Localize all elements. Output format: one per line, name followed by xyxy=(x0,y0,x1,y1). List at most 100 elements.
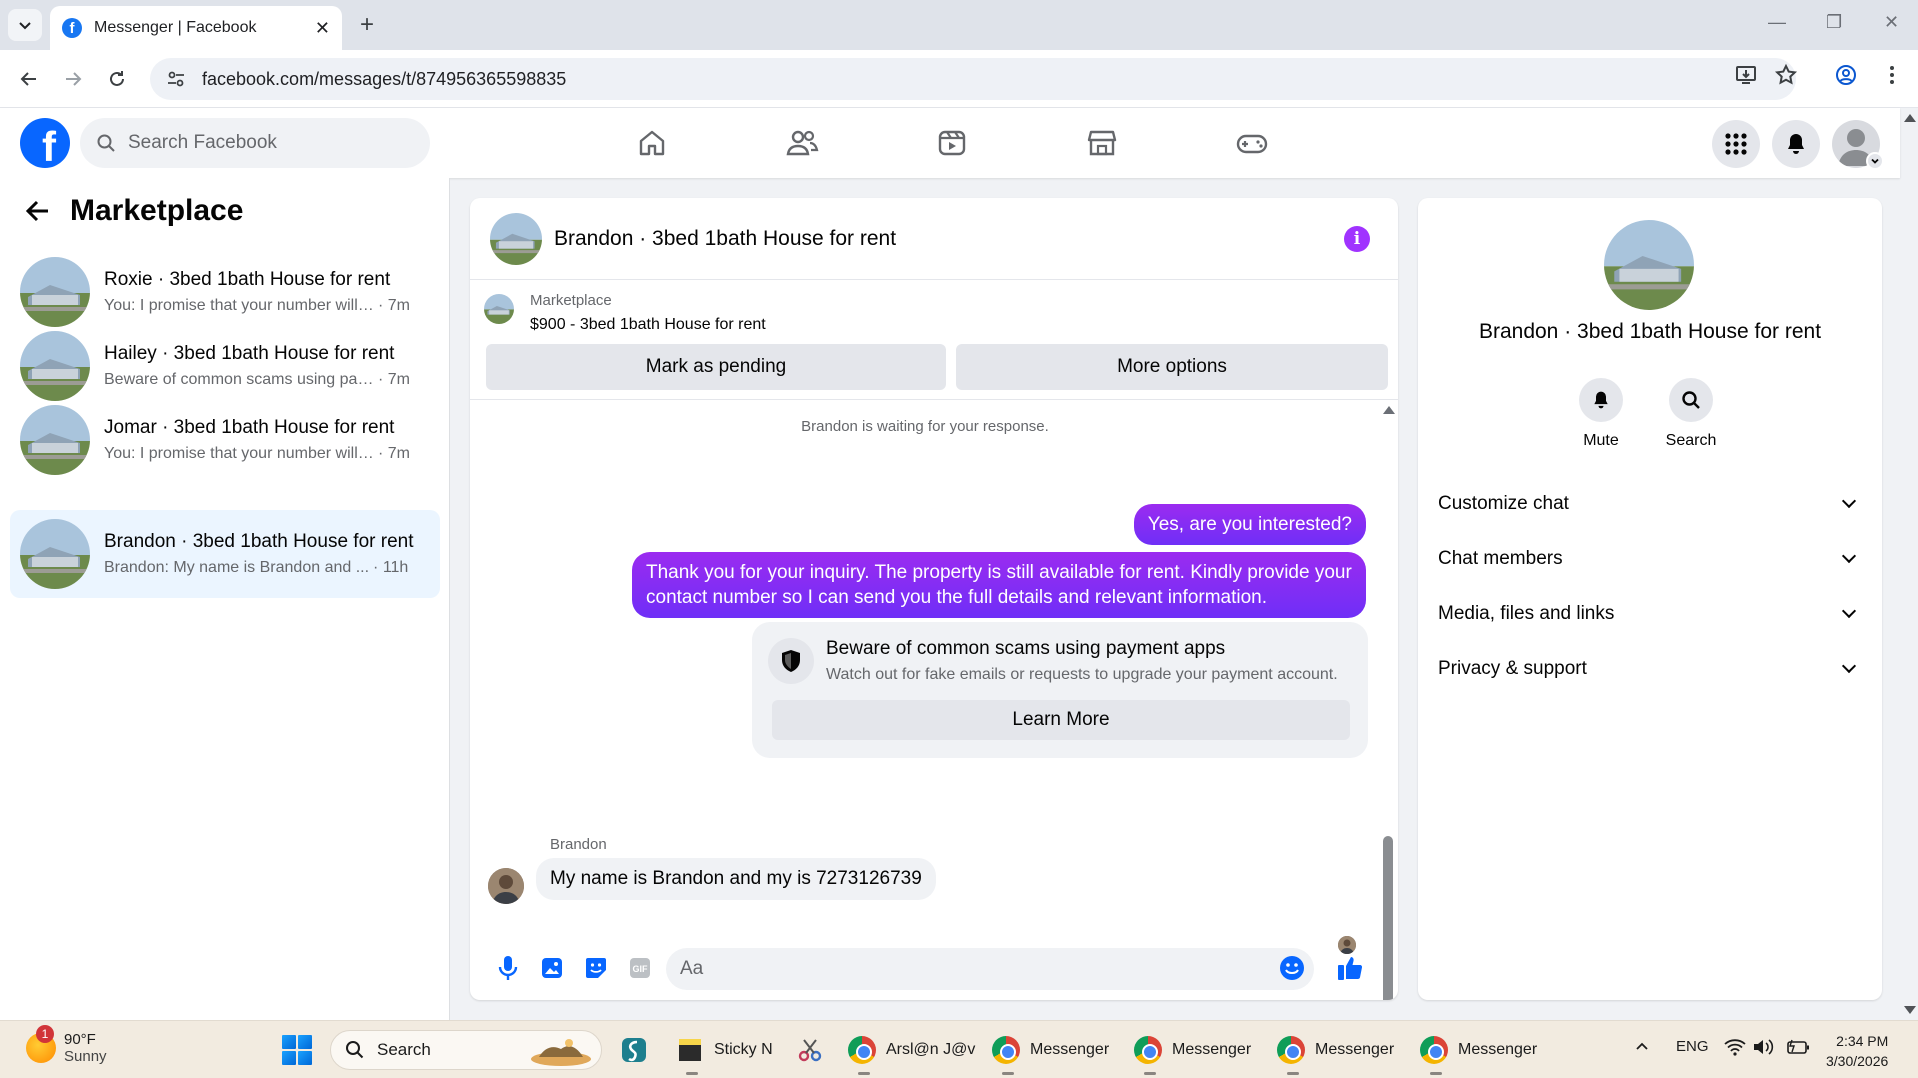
marketplace-listing-banner: Marketplace $900 - 3bed 1bath House for … xyxy=(470,280,1398,400)
new-tab-button[interactable]: + xyxy=(352,10,382,40)
privacy-support-section[interactable]: Privacy & support xyxy=(1438,649,1862,689)
url-text: facebook.com/messages/t/874956365598835 xyxy=(202,68,567,89)
back-arrow-icon[interactable] xyxy=(24,197,52,225)
reload-button[interactable] xyxy=(102,64,132,94)
scroll-up-arrow-icon[interactable] xyxy=(1383,406,1395,414)
chat-info-panel: Brandon · 3bed 1bath House for rent Mute… xyxy=(1418,198,1882,1000)
chat-listing-thumbnail[interactable] xyxy=(490,212,542,265)
conversation-preview: Beware of common scams using pay... xyxy=(104,371,374,388)
browser-tab-messenger[interactable]: f Messenger | Facebook ✕ xyxy=(50,6,342,50)
marketplace-header: Marketplace xyxy=(24,194,243,228)
microphone-icon[interactable] xyxy=(494,954,522,982)
windows-start-icon[interactable] xyxy=(282,1035,312,1065)
conversation-preview: Brandon: My name is Brandon and ... xyxy=(104,559,370,576)
gaming-icon xyxy=(1236,134,1268,154)
taskbar-app-sticky-notes[interactable]: Sticky N xyxy=(676,1031,773,1075)
outgoing-message[interactable]: Thank you for your inquiry. The property… xyxy=(632,552,1366,618)
language-indicator[interactable]: ENG xyxy=(1676,1038,1709,1055)
info-icon[interactable]: i xyxy=(1344,226,1370,252)
facebook-logo[interactable]: f xyxy=(20,118,70,168)
emoji-icon[interactable] xyxy=(1278,954,1306,982)
info-listing-thumbnail[interactable] xyxy=(1604,220,1694,310)
minimize-window-button[interactable]: — xyxy=(1768,12,1786,33)
taskbar-app-messenger-2[interactable]: Messenger xyxy=(1134,1031,1251,1075)
outgoing-message[interactable]: Yes, are you interested? xyxy=(1133,504,1366,545)
arrow-right-icon xyxy=(66,72,82,86)
taskbar-app-messenger-4[interactable]: Messenger xyxy=(1420,1031,1537,1075)
wifi-icon[interactable] xyxy=(1724,1038,1746,1056)
sticker-icon[interactable] xyxy=(582,954,610,982)
video-nav-button[interactable] xyxy=(932,123,972,163)
close-window-button[interactable]: ✕ xyxy=(1884,12,1899,33)
chat-members-section[interactable]: Chat members xyxy=(1438,539,1862,579)
page-scroll-down-icon[interactable] xyxy=(1904,1006,1916,1014)
more-options-button[interactable]: More options xyxy=(956,344,1388,390)
browser-menu-icon[interactable] xyxy=(1880,63,1904,87)
search-highlight-image-icon xyxy=(531,1039,591,1066)
arrow-left-icon xyxy=(20,72,36,86)
bell-icon xyxy=(1594,391,1608,409)
facebook-favicon-icon: f xyxy=(62,18,82,38)
back-button[interactable] xyxy=(14,64,44,94)
restore-window-button[interactable]: ❐ xyxy=(1826,12,1842,33)
taskbar-app-chrome-profile-1[interactable]: Arsl@n J@v xyxy=(848,1031,975,1075)
photo-icon[interactable] xyxy=(538,954,566,982)
taskbar-app-scribe-icon[interactable] xyxy=(620,1031,648,1069)
scam-warning-subtext: Watch out for fake emails or requests to… xyxy=(826,666,1338,683)
show-hidden-icons-chevron-up-icon[interactable] xyxy=(1634,1038,1650,1054)
notifications-button[interactable] xyxy=(1772,120,1820,168)
message-input[interactable]: Aa xyxy=(666,948,1314,990)
media-files-links-section[interactable]: Media, files and links xyxy=(1438,594,1862,634)
close-tab-icon[interactable]: ✕ xyxy=(315,18,330,39)
mark-as-pending-button[interactable]: Mark as pending xyxy=(486,344,946,390)
menu-button[interactable] xyxy=(1712,120,1760,168)
page-scroll-up-icon[interactable] xyxy=(1904,114,1916,122)
install-app-icon[interactable] xyxy=(1734,63,1758,87)
message-composer: GIF Aa xyxy=(470,936,1398,1000)
weather-widget[interactable]: 1 90°F Sunny xyxy=(26,1025,107,1065)
facebook-search-input[interactable]: Search Facebook xyxy=(80,118,430,168)
bookmark-star-icon[interactable] xyxy=(1774,63,1798,87)
gif-icon[interactable]: GIF xyxy=(626,954,654,982)
learn-more-button[interactable]: Learn More xyxy=(772,700,1350,740)
customize-chat-section[interactable]: Customize chat xyxy=(1438,484,1862,524)
browser-tab-bar: f Messenger | Facebook ✕ + — ❐ ✕ xyxy=(0,0,1918,50)
chrome-icon xyxy=(1420,1036,1448,1064)
volume-icon[interactable] xyxy=(1752,1038,1774,1056)
browser-toolbar: facebook.com/messages/t/874956365598835 xyxy=(0,50,1918,108)
conversation-item-active[interactable]: Brandon · 3bed 1bath House for rent Bran… xyxy=(10,510,440,598)
taskbar-clock[interactable]: 2:34 PM 3/30/2026 xyxy=(1826,1031,1888,1071)
scam-warning-card: Beware of common scams using payment app… xyxy=(752,622,1368,758)
account-chevron-icon[interactable] xyxy=(1866,152,1884,170)
battery-icon[interactable] xyxy=(1786,1038,1810,1056)
listing-small-thumbnail[interactable] xyxy=(484,294,514,324)
taskbar-app-messenger-1[interactable]: Messenger xyxy=(992,1031,1109,1075)
listing-price[interactable]: $900 - 3bed 1bath House for rent xyxy=(530,316,766,334)
sender-avatar[interactable] xyxy=(488,868,524,904)
marketplace-icon xyxy=(1087,130,1117,156)
profile-icon[interactable] xyxy=(1834,63,1858,87)
address-bar[interactable]: facebook.com/messages/t/874956365598835 xyxy=(150,58,1796,100)
chat-scrollbar[interactable] xyxy=(1380,400,1395,1000)
tab-search-dropdown[interactable] xyxy=(8,9,42,41)
gaming-nav-button[interactable] xyxy=(1232,123,1272,163)
taskbar-app-snipping-icon[interactable] xyxy=(796,1031,824,1069)
home-nav-button[interactable] xyxy=(632,123,672,163)
incoming-message[interactable]: My name is Brandon and my is 7273126739 xyxy=(536,858,936,900)
mute-button[interactable]: Mute xyxy=(1556,378,1646,450)
forward-button[interactable] xyxy=(58,64,88,94)
friends-nav-button[interactable] xyxy=(782,123,822,163)
site-settings-icon[interactable] xyxy=(166,69,186,89)
chat-title[interactable]: Brandon · 3bed 1bath House for rent xyxy=(554,227,896,251)
taskbar-search[interactable]: Search xyxy=(330,1030,602,1070)
sticky-notes-icon xyxy=(679,1039,701,1061)
marketplace-nav-button[interactable] xyxy=(1082,123,1122,163)
conversation-item[interactable]: Jomar · 3bed 1bath House for rent You: I… xyxy=(10,396,440,484)
tab-title: Messenger | Facebook xyxy=(94,19,257,36)
message-placeholder: Aa xyxy=(680,958,704,979)
search-in-conversation-button[interactable]: Search xyxy=(1646,378,1736,450)
svg-text:GIF: GIF xyxy=(633,964,649,974)
sun-icon: 1 xyxy=(26,1025,56,1063)
taskbar-app-messenger-3[interactable]: Messenger xyxy=(1277,1031,1394,1075)
thumbs-up-icon[interactable] xyxy=(1336,954,1364,982)
